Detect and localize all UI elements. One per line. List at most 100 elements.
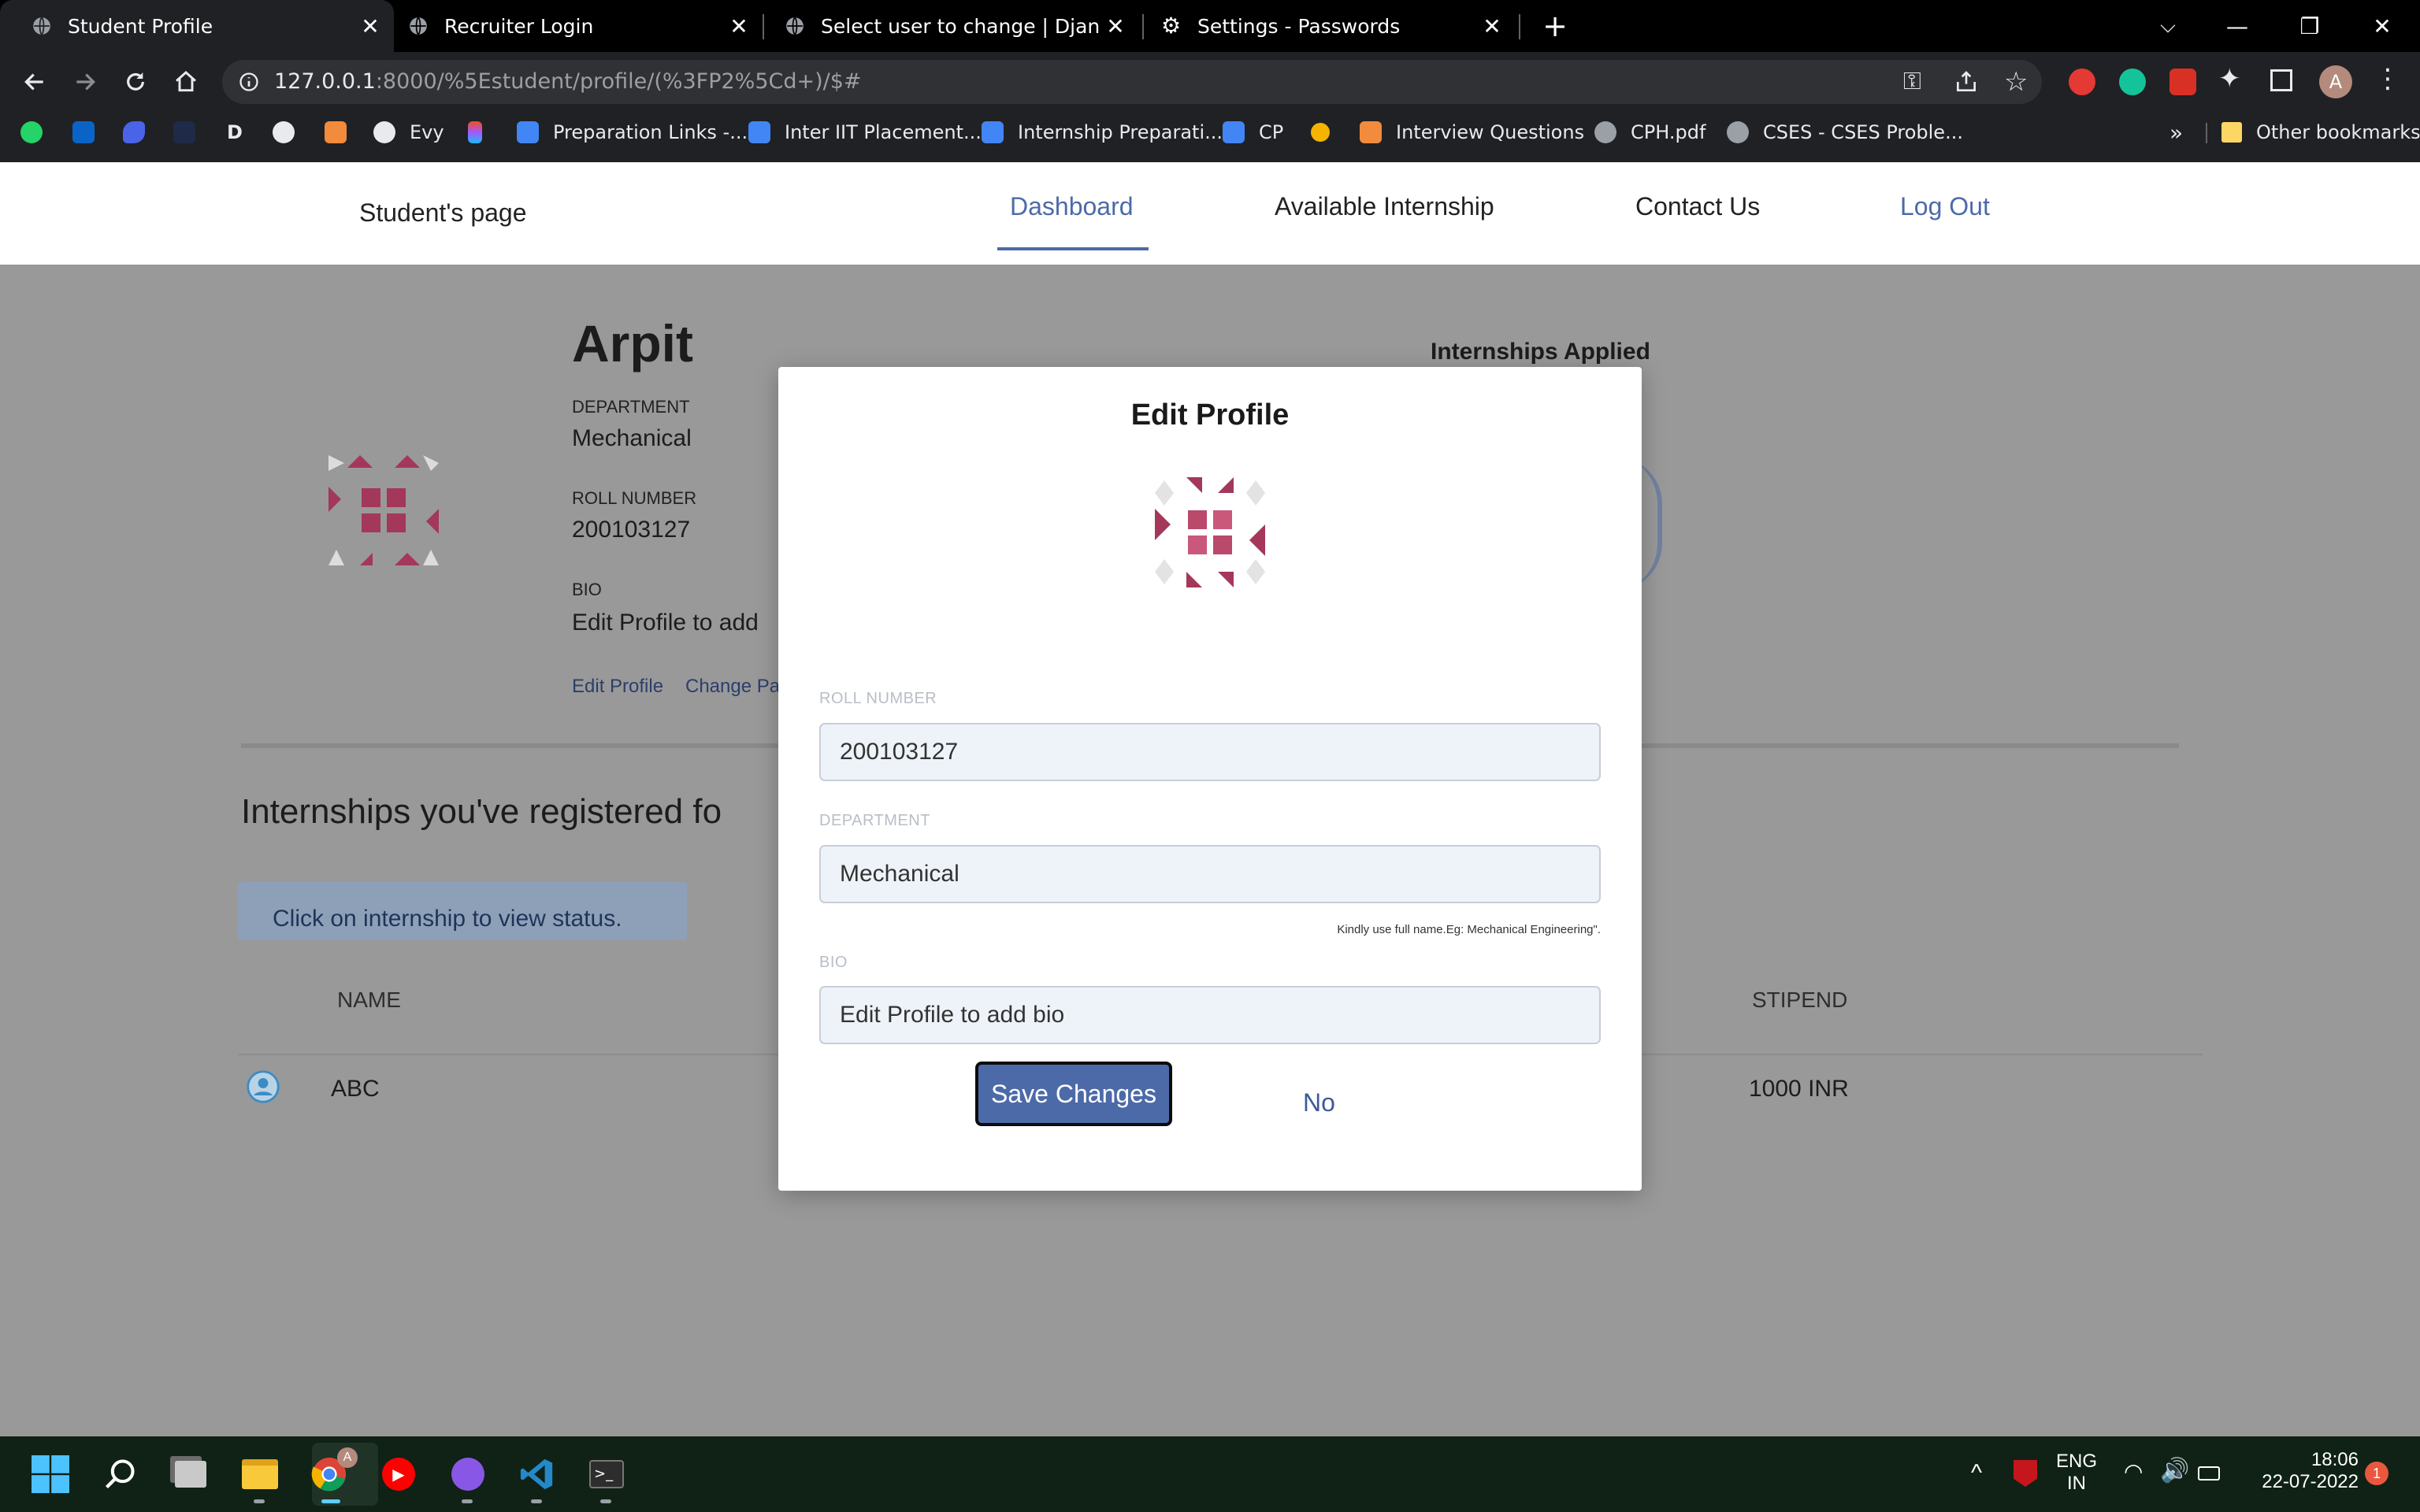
close-icon[interactable]: ✕ bbox=[1476, 13, 1508, 39]
extension-red-icon[interactable] bbox=[2069, 69, 2095, 95]
roll-number-input[interactable] bbox=[819, 723, 1601, 781]
github-desktop-icon[interactable] bbox=[447, 1454, 488, 1495]
outlook-icon[interactable] bbox=[72, 117, 95, 148]
tab-title: Select user to change | Django si bbox=[821, 14, 1100, 38]
gear-icon: ⚙ bbox=[1161, 13, 1182, 39]
bio-input[interactable] bbox=[819, 986, 1601, 1044]
back-button[interactable] bbox=[14, 61, 55, 102]
site-navbar: Student's page Dashboard Available Inter… bbox=[0, 162, 2420, 265]
share-icon[interactable] bbox=[1954, 69, 1979, 94]
tab-settings-passwords[interactable]: ⚙ Settings - Passwords ✕ bbox=[1130, 0, 1516, 52]
vscode-icon[interactable] bbox=[517, 1454, 558, 1495]
terminal-icon[interactable]: >_ bbox=[586, 1454, 627, 1495]
tab-recruiter-login[interactable]: Recruiter Login ✕ bbox=[377, 0, 763, 52]
extension-video-icon[interactable] bbox=[2169, 69, 2196, 95]
department-input[interactable] bbox=[819, 845, 1601, 903]
close-window-button[interactable]: ✕ bbox=[2348, 0, 2417, 52]
forward-button[interactable] bbox=[65, 61, 106, 102]
whatsapp-icon[interactable] bbox=[20, 117, 43, 148]
bookmark-d-icon[interactable]: D bbox=[227, 117, 243, 148]
brand[interactable]: Student's page bbox=[359, 198, 527, 228]
github-icon[interactable] bbox=[273, 117, 295, 148]
youtube-music-icon[interactable]: ▶ bbox=[378, 1454, 419, 1495]
change-password-link[interactable]: Change Pa bbox=[685, 676, 780, 698]
minimize-button[interactable]: — bbox=[2203, 0, 2272, 52]
tab-student-profile[interactable]: Student Profile ✕ bbox=[0, 0, 394, 52]
wifi-icon[interactable]: ◠ bbox=[2124, 1458, 2143, 1484]
file-explorer-icon[interactable] bbox=[239, 1454, 280, 1495]
edit-profile-modal: Edit Profile ROLL NUMBER DEPARTMENT Kind… bbox=[778, 367, 1642, 1191]
save-changes-button[interactable]: Save Changes bbox=[975, 1062, 1172, 1126]
running-indicator bbox=[321, 1499, 340, 1503]
new-tab-button[interactable]: + bbox=[1520, 0, 1590, 52]
roll-number-label: ROLL NUMBER bbox=[572, 488, 697, 508]
info-icon[interactable] bbox=[238, 71, 260, 93]
column-header-name: NAME bbox=[337, 988, 401, 1012]
bookmark-cses[interactable]: CSES - CSES Proble... bbox=[1727, 117, 1963, 148]
grammarly-icon[interactable] bbox=[2119, 69, 2146, 95]
chevron-up-icon[interactable]: ^ bbox=[1971, 1460, 1982, 1487]
docs-icon bbox=[1223, 121, 1245, 143]
bio-value: Edit Profile to add bbox=[572, 610, 759, 636]
nav-dashboard[interactable]: Dashboard bbox=[1010, 192, 1134, 221]
notification-badge[interactable]: 1 bbox=[2365, 1462, 2388, 1485]
url-text: 127.0.0.1:8000/%5Estudent/profile/(%3FP2… bbox=[274, 69, 862, 94]
department-value: Mechanical bbox=[572, 425, 692, 451]
globe-icon bbox=[1594, 121, 1616, 143]
internship-stipend: 1000 INR bbox=[1749, 1076, 1849, 1102]
bookmark-inter-iit[interactable]: Inter IIT Placement... bbox=[748, 117, 982, 148]
star-icon[interactable]: ☆ bbox=[2004, 66, 2028, 98]
other-bookmarks[interactable]: Other bookmarks bbox=[2221, 117, 2420, 148]
globe-icon bbox=[1727, 121, 1749, 143]
running-indicator bbox=[600, 1499, 611, 1503]
edit-profile-link[interactable]: Edit Profile bbox=[572, 676, 663, 698]
language-indicator[interactable]: ENG IN bbox=[2053, 1451, 2100, 1495]
tab-search-button[interactable]: ⌵ bbox=[2133, 0, 2203, 52]
nav-contact-us[interactable]: Contact Us bbox=[1635, 192, 1760, 221]
department-hint: Kindly use full name.Eg: Mechanical Engi… bbox=[1337, 923, 1601, 936]
roll-number-label: ROLL NUMBER bbox=[819, 690, 937, 707]
bookmarks-overflow-button[interactable]: » bbox=[2169, 117, 2183, 148]
bio-label: BIO bbox=[819, 954, 848, 971]
bookmark-stack-icon[interactable] bbox=[1311, 117, 1330, 148]
close-icon[interactable]: ✕ bbox=[723, 13, 755, 39]
bookmark-cp[interactable]: CP bbox=[1223, 117, 1283, 148]
avatar[interactable]: A bbox=[2319, 65, 2352, 98]
bookmark-app-icon[interactable] bbox=[123, 117, 145, 148]
active-tab-underline bbox=[997, 247, 1149, 250]
codechef-icon[interactable] bbox=[325, 117, 347, 148]
info-alert-text: Click on internship to view status. bbox=[273, 906, 622, 932]
figma-icon[interactable] bbox=[468, 117, 482, 148]
restore-button[interactable]: ❐ bbox=[2275, 0, 2344, 52]
bookmark-evy[interactable]: Evy bbox=[373, 117, 444, 148]
home-button[interactable] bbox=[165, 61, 206, 102]
browser-tab-strip: Student Profile ✕ Recruiter Login ✕ Sele… bbox=[0, 0, 2420, 52]
nav-available-internship[interactable]: Available Internship bbox=[1275, 192, 1494, 221]
nav-log-out[interactable]: Log Out bbox=[1900, 192, 1990, 221]
bookmark-internship-prep[interactable]: Internship Preparati... bbox=[982, 117, 1223, 148]
battery-icon[interactable] bbox=[2198, 1466, 2220, 1480]
identicon-avatar bbox=[1155, 477, 1265, 587]
close-icon[interactable]: ✕ bbox=[1100, 13, 1131, 39]
bookmark-dark-icon[interactable] bbox=[173, 117, 195, 148]
clock[interactable]: 18:06 22-07-2022 bbox=[2248, 1449, 2359, 1493]
tab-django-admin[interactable]: Select user to change | Django si ✕ bbox=[753, 0, 1139, 52]
folder-icon bbox=[2221, 122, 2242, 143]
windows-start-icon[interactable] bbox=[30, 1454, 71, 1495]
reload-button[interactable] bbox=[115, 61, 156, 102]
key-icon[interactable]: ⚿ bbox=[1903, 68, 1921, 95]
address-bar[interactable]: 127.0.0.1:8000/%5Estudent/profile/(%3FP2… bbox=[222, 60, 2042, 104]
reload-icon bbox=[127, 72, 144, 91]
side-panel-icon[interactable] bbox=[2270, 69, 2292, 91]
bookmark-interview-questions[interactable]: Interview Questions bbox=[1360, 117, 1584, 148]
kebab-menu-icon[interactable]: ⋮ bbox=[2374, 63, 2401, 94]
puzzle-icon[interactable]: ✦ bbox=[2218, 63, 2241, 94]
bookmark-preparation-links[interactable]: Preparation Links -... bbox=[517, 117, 748, 148]
no-button[interactable]: No bbox=[1303, 1088, 1335, 1117]
task-view-icon[interactable] bbox=[170, 1454, 211, 1495]
volume-icon[interactable]: 🔊 bbox=[2160, 1457, 2189, 1484]
search-icon[interactable] bbox=[99, 1454, 140, 1495]
globe-icon bbox=[33, 17, 50, 35]
bookmark-cph[interactable]: CPH.pdf bbox=[1594, 117, 1706, 148]
arrow-left-icon bbox=[24, 73, 43, 91]
